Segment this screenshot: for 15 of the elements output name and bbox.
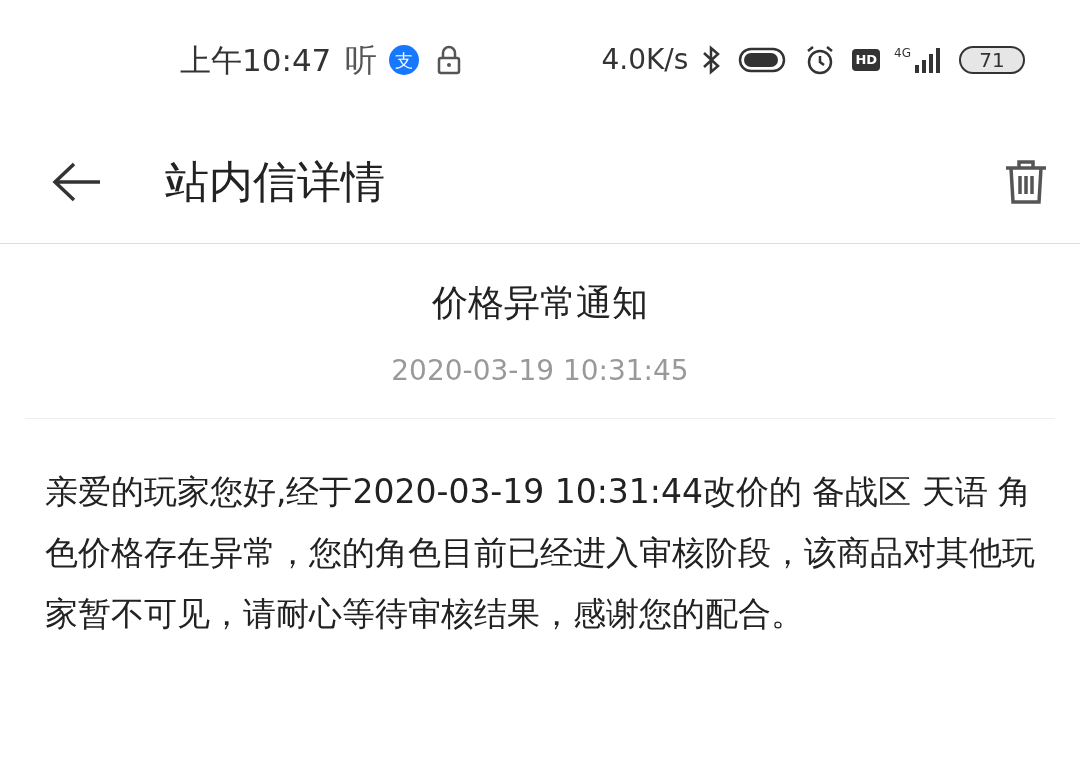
network-speed: 4.0K/s [601, 42, 689, 78]
battery-indicator: 71 [959, 46, 1025, 74]
message-body: 亲爱的玩家您好,经于2020-03-19 10:31:44改价的 备战区 天语 角色价格存在异常，您的角色目前已经进入审核阶段，该商品对其他玩家暂不可见，请耐心等待审核结果，感谢您的配合。 [44, 471, 1036, 635]
lock-icon [437, 45, 462, 75]
payment-app-icon: 支 [389, 45, 420, 75]
toggle-icon [738, 47, 787, 73]
app-notification-glyph: 听 [345, 40, 378, 81]
back-arrow-icon[interactable] [52, 161, 102, 202]
status-time: 上午10:47 [180, 40, 332, 80]
message-title: 价格异常通知 [432, 281, 648, 325]
trash-icon[interactable] [1004, 158, 1048, 205]
network-type: 4G [894, 47, 911, 59]
message-date: 2020-03-19 10:31:45 [391, 353, 689, 389]
page-title: 站内信详情 [165, 154, 385, 209]
hd-badge: HD [852, 49, 881, 71]
